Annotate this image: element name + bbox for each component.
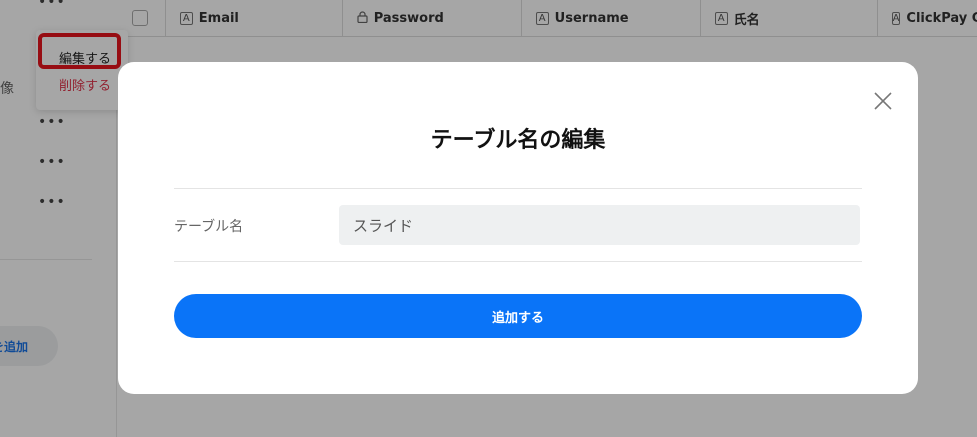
submit-button[interactable]: 追加する xyxy=(174,294,862,338)
table-name-input[interactable] xyxy=(339,205,860,245)
divider xyxy=(174,188,862,189)
table-name-label: テーブル名 xyxy=(174,219,244,235)
edit-table-name-dialog: テーブル名の編集 テーブル名 追加する xyxy=(118,62,918,394)
divider xyxy=(174,261,862,262)
dialog-title: テーブル名の編集 xyxy=(430,128,606,153)
close-icon[interactable] xyxy=(872,90,894,112)
